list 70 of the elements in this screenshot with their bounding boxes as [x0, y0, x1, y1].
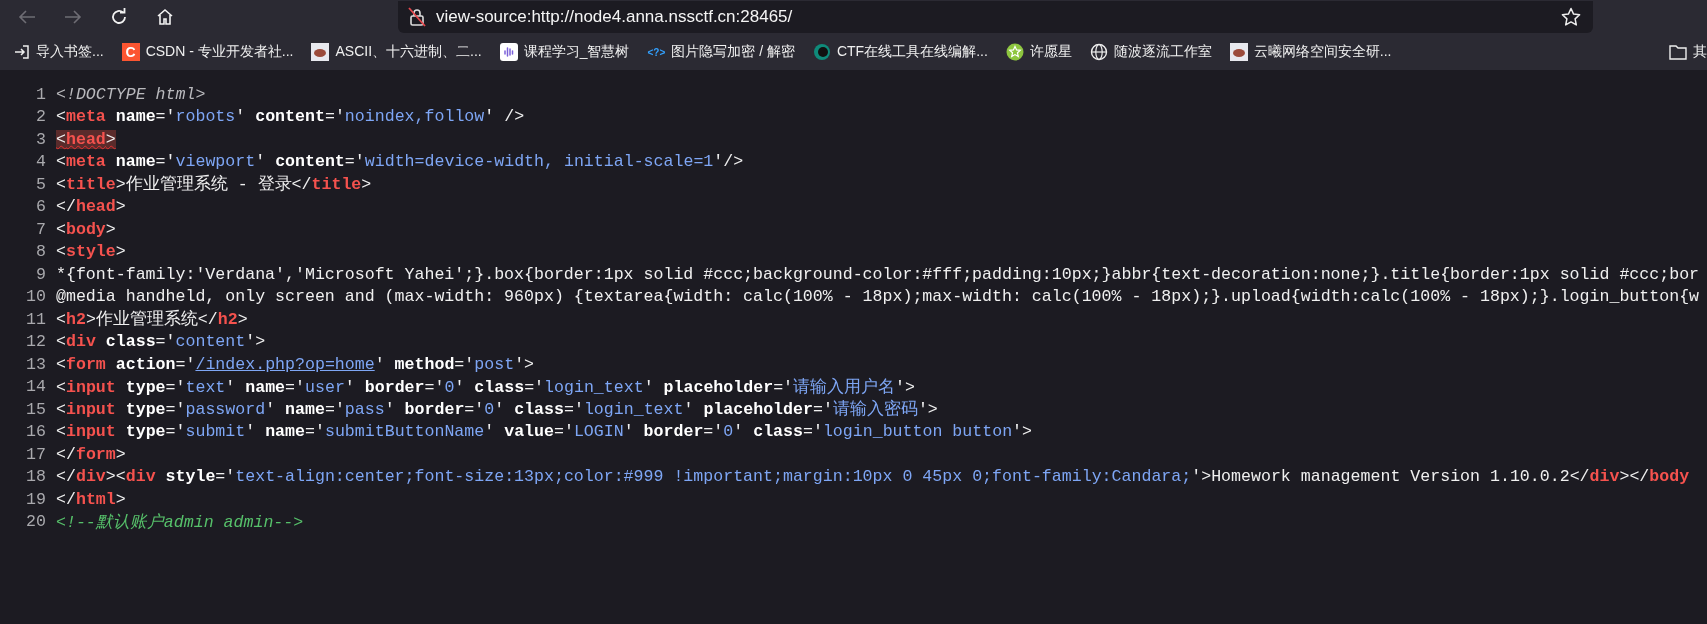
line-number: 20 — [25, 512, 46, 532]
star-icon[interactable] — [1561, 7, 1581, 27]
code-line: <meta name='robots' content='noindex,follow' /> — [56, 107, 525, 127]
bookmark-label: 导入书签... — [36, 43, 104, 61]
code-line: </form> — [56, 444, 126, 464]
bookmark-item[interactable]: 其 — [1669, 43, 1707, 61]
code-line: *{font-family:'Verdana','Microsoft Yahei';}.box{border:1px solid #ccc;background-color:#fff;padding:10px;}abbr{text-decoration:none;}.title{border:1px solid #ccc;bor — [56, 264, 1700, 284]
code-line: <body> — [56, 219, 116, 239]
line-number: 17 — [25, 444, 46, 464]
letter-logo-icon: C — [121, 43, 140, 61]
code-line: </head> — [56, 197, 126, 217]
line-number: 6 — [35, 197, 46, 217]
bookmark-label: 随波逐流工作室 — [1113, 43, 1212, 61]
line-number: 16 — [25, 422, 46, 442]
line-number: 4 — [35, 152, 46, 172]
line-number: 3 — [35, 129, 46, 149]
lock-slash-icon[interactable] — [408, 7, 426, 27]
bookmark-item[interactable]: 随波逐流工作室 — [1089, 43, 1212, 61]
line-number: 1 — [35, 84, 46, 104]
line-number: 15 — [25, 399, 46, 419]
code-line: <h2>作业管理系统</h2> — [56, 308, 248, 331]
line-number: 18 — [25, 467, 46, 487]
reload-icon[interactable] — [110, 8, 128, 26]
line-number: 7 — [35, 219, 46, 239]
line-number: 2 — [35, 107, 46, 127]
line-number: 10 — [25, 287, 46, 307]
bookmark-label: 许愿星 — [1029, 43, 1072, 61]
code-line: <style> — [56, 242, 126, 262]
line-number: 13 — [25, 354, 46, 374]
bookmark-item[interactable]: <?> 图片隐写加密 / 解密 — [647, 43, 795, 61]
line-number: 11 — [25, 309, 46, 329]
line-number: 12 — [25, 332, 46, 352]
code-line: <input type='password' name='pass' border='0' class='login_text' placeholder='请输入密码'> — [56, 398, 938, 421]
ring-icon — [812, 43, 831, 61]
bookmark-item[interactable]: 导入书签... — [14, 43, 104, 61]
line-number: 8 — [35, 242, 46, 262]
code-line: <!--默认账户admin admin--> — [56, 511, 304, 533]
url-text: view-source:http://node4.anna.nssctf.cn:28465/ — [436, 7, 794, 27]
code-line: </div><div style='text-align:center;font-size:13px;color:#999 !important;margin:10px 0 45px 0;font-family:Candara;'>Homework management Version 1.10.0.2</div></body — [56, 467, 1690, 487]
line-number: 14 — [25, 377, 46, 397]
bookmark-item[interactable]: C CSDN - 专业开发者社... — [121, 43, 294, 61]
bookmark-label: 其 — [1693, 43, 1707, 61]
line-number: 5 — [35, 174, 46, 194]
home-icon[interactable] — [156, 8, 174, 26]
image-icon — [311, 43, 330, 61]
address-bar[interactable]: view-source:http://node4.anna.nssctf.cn:28465/ — [398, 1, 1593, 33]
line-number: 9 — [35, 264, 46, 284]
bars-icon — [499, 43, 518, 61]
bookmark-item[interactable]: 课程学习_智慧树 — [499, 43, 630, 61]
code-line: <div class='content'> — [56, 332, 266, 352]
globe-icon — [1089, 43, 1108, 61]
folder-icon — [1669, 44, 1687, 60]
bookmark-label: 课程学习_智慧树 — [523, 43, 630, 61]
import-icon — [14, 44, 30, 60]
bookmark-label: 图片隐写加密 / 解密 — [671, 43, 795, 61]
code-line: <meta name='viewport' content='width=device-width, initial-scale=1'/> — [56, 152, 744, 172]
image-icon — [1229, 43, 1248, 61]
source-link[interactable]: /index.php?op=home — [195, 354, 375, 374]
code-line: <title>作业管理系统 - 登录</title> — [56, 173, 372, 196]
code-line: <!DOCTYPE html> — [56, 84, 206, 104]
star-badge-icon — [1005, 43, 1024, 61]
code-line: </html> — [56, 489, 126, 509]
line-number: 19 — [25, 489, 46, 509]
code-line: <input type='submit' name='submitButtonName' value='LOGIN' border='0' class='login_button button'> — [56, 422, 1032, 442]
code-line: <input type='text' name='user' border='0' class='login_text' placeholder='请输入用户名'> — [56, 376, 915, 398]
code-line: @media handheld, only screen and (max-width: 960px) {textarea{width: calc(100% - 18px);max-width: calc(100% - 18px);}.upload{width:calc(100% - 18px);}.login_button{w — [56, 287, 1700, 307]
bookmark-label: CSDN - 专业开发者社... — [145, 43, 294, 61]
bookmark-item[interactable]: 许愿星 — [1005, 43, 1072, 61]
code-line: <form action='/index.php?op=home' method='post'> — [56, 354, 535, 374]
code-icon: <?> — [647, 46, 666, 58]
